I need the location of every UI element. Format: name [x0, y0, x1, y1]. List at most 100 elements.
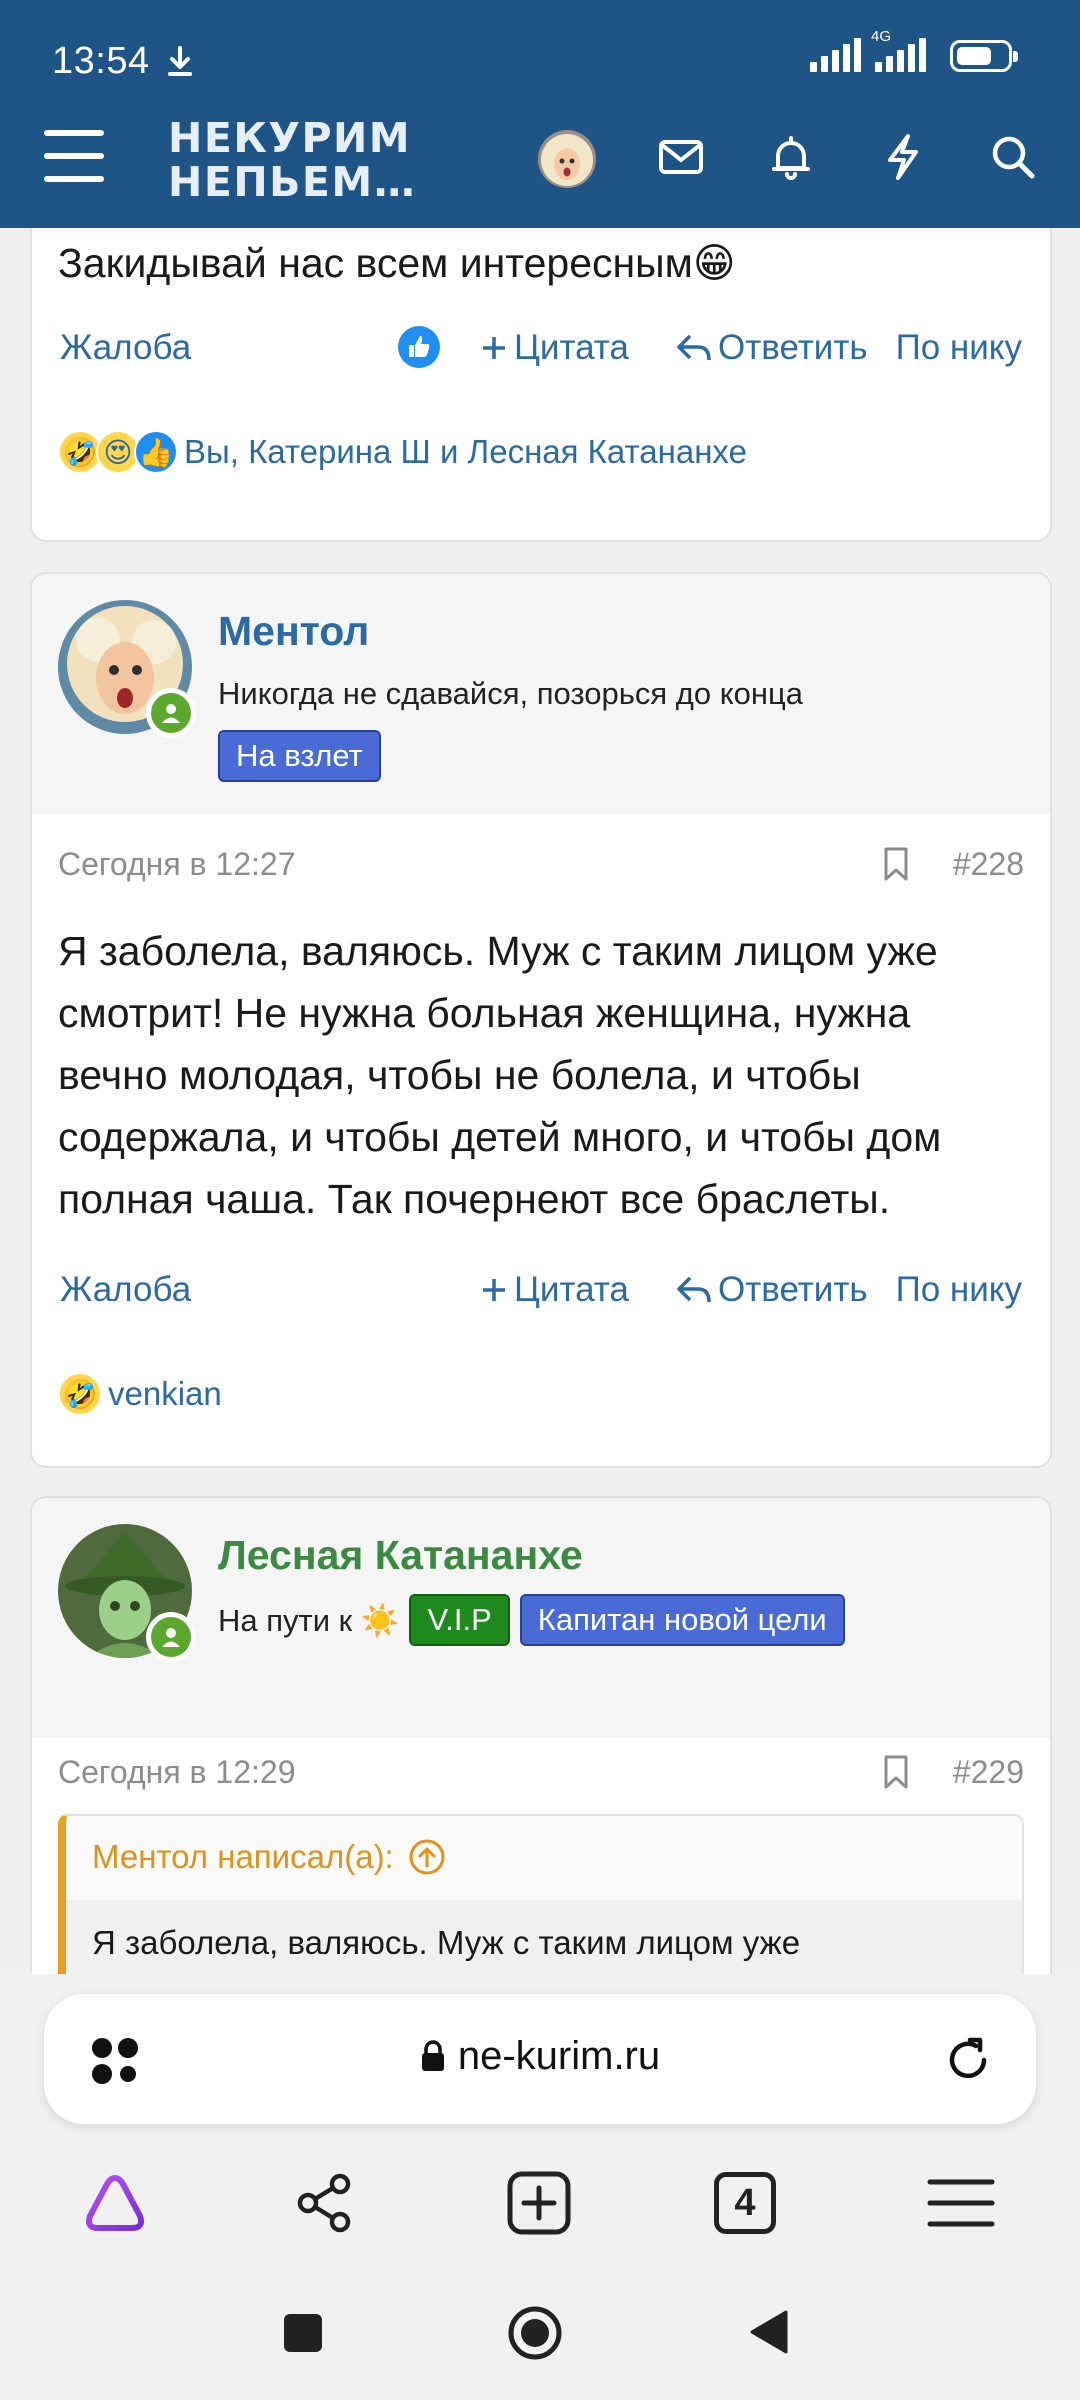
app-header: 13:54 4G НЕКУРИМ НЕПЬЕМ…: [0, 0, 1080, 228]
author-badges: На взлет: [218, 730, 381, 782]
user-badge: На взлет: [218, 730, 381, 782]
post-number[interactable]: #228: [953, 846, 1024, 883]
post-meta: Сегодня в 12:27 #228: [58, 846, 1024, 883]
report-link[interactable]: Жалоба: [60, 1270, 191, 1310]
author-avatar[interactable]: [58, 600, 196, 738]
quote-text: Я заболела, валяюсь. Муж с таким лицом у…: [92, 1924, 801, 1961]
reply-label: Ответить: [718, 1270, 868, 1309]
reactions-summary[interactable]: 🤣 venkian: [58, 1372, 222, 1416]
battery-icon: [950, 40, 1018, 72]
bookmark-icon[interactable]: [882, 1754, 910, 1790]
browser-menu-icon[interactable]: [926, 2168, 996, 2238]
report-label: Жалоба: [60, 328, 192, 367]
site-logo[interactable]: НЕКУРИМ НЕПЬЕМ…: [168, 116, 416, 204]
quote-label: Цитата: [514, 328, 629, 367]
alice-icon[interactable]: [80, 2168, 150, 2238]
post-text: Закидывай нас всем интересным😁: [58, 240, 736, 286]
share-icon[interactable]: [290, 2168, 360, 2238]
reaction-like-icon: 👍: [134, 430, 178, 474]
reaction-laugh-icon: 🤣: [58, 1372, 102, 1416]
post-meta: Сегодня в 12:29 #229: [58, 1754, 1024, 1791]
post-card: Лесная Катананхе На пути к ☀️ V.I.P Капи…: [30, 1496, 1052, 1974]
post-text: Я заболела, валяюсь. Муж с таким лицом у…: [58, 928, 942, 1222]
url-text: ne-kurim.ru: [457, 2034, 661, 2078]
reply-button[interactable]: Ответить: [676, 328, 868, 368]
reactions-users[interactable]: venkian: [108, 1375, 222, 1413]
status-time: 13:54: [52, 40, 150, 82]
system-navigation-bar: [0, 2268, 1080, 2400]
tabs-count: 4: [734, 2181, 756, 2224]
recents-icon[interactable]: [282, 2312, 324, 2354]
avatar: [538, 130, 596, 188]
post-card: Закидывай нас всем интересным😁 Жалоба Ци…: [30, 228, 1052, 542]
reply-button[interactable]: Ответить: [676, 1270, 868, 1310]
quote-button[interactable]: Цитата: [480, 1270, 629, 1310]
author-name[interactable]: Ментол: [218, 608, 369, 655]
author-title: На пути к ☀️ V.I.P Капитан новой цели: [218, 1594, 845, 1646]
report-label: Жалоба: [60, 1270, 192, 1309]
post-actions: Жалоба Цитата Ответить По нику: [60, 1270, 1022, 1320]
quote-button[interactable]: Цитата: [480, 328, 629, 368]
post-date[interactable]: Сегодня в 12:27: [58, 846, 296, 882]
download-icon: [168, 46, 192, 76]
post-number[interactable]: #229: [953, 1754, 1024, 1791]
online-status-icon: [146, 688, 196, 738]
online-status-icon: [146, 1612, 196, 1662]
url-field[interactable]: ne-kurim.ru: [44, 2034, 1036, 2079]
quote-block: Ментол написал(а): Я заболела, валяюсь. …: [58, 1814, 1024, 1974]
quote-label: Цитата: [514, 1270, 629, 1309]
reply-icon: [677, 334, 711, 361]
post-date[interactable]: Сегодня в 12:29: [58, 1754, 296, 1790]
signal-icon: [810, 38, 861, 72]
user-title-text: На пути к ☀️: [218, 1602, 400, 1638]
by-nick-button[interactable]: По нику: [896, 328, 1022, 368]
address-bar[interactable]: ne-kurim.ru: [44, 1994, 1036, 2124]
reactions-users[interactable]: Вы, Катерина Ш и Лесная Катананхе: [184, 433, 747, 471]
by-nick-button[interactable]: По нику: [896, 1270, 1022, 1310]
reply-label: Ответить: [718, 328, 868, 367]
by-nick-label: По нику: [895, 328, 1022, 367]
reactions-summary[interactable]: 🤣 😍 👍 Вы, Катерина Ш и Лесная Катананхе: [58, 430, 747, 474]
arrow-up-circle-icon[interactable]: [408, 1838, 446, 1876]
reply-icon: [677, 1276, 711, 1303]
new-tab-icon[interactable]: [504, 2168, 574, 2238]
author-name[interactable]: Лесная Катананхе: [218, 1532, 583, 1579]
status-indicators: 4G: [810, 28, 1018, 72]
user-avatar-button[interactable]: [538, 130, 596, 188]
search-icon[interactable]: [988, 132, 1038, 182]
mail-icon[interactable]: [656, 132, 706, 182]
like-button[interactable]: [396, 324, 442, 370]
lock-icon: [421, 2040, 444, 2071]
home-icon[interactable]: [506, 2304, 564, 2362]
post-author-block: Ментол Никогда не сдавайся, позорься до …: [32, 574, 1050, 814]
post-actions: Жалоба Цитата Ответить По нику: [60, 326, 1022, 378]
user-badge: Капитан новой цели: [519, 1594, 845, 1646]
bookmark-icon[interactable]: [882, 846, 910, 882]
bell-icon[interactable]: [766, 132, 816, 182]
thread-content[interactable]: Закидывай нас всем интересным😁 Жалоба Ци…: [0, 228, 1080, 1974]
lightning-icon[interactable]: [878, 132, 928, 182]
quote-header[interactable]: Ментол написал(а):: [92, 1838, 446, 1876]
signal-4g-icon: 4G: [871, 28, 926, 72]
vip-badge: V.I.P: [409, 1594, 510, 1646]
report-link[interactable]: Жалоба: [60, 328, 191, 368]
plus-icon: [483, 337, 505, 359]
browser-toolbar: 4: [0, 2140, 1080, 2268]
logo-line-1: НЕКУРИМ: [168, 114, 412, 162]
user-title-text: Никогда не сдавайся, позорься до конца: [218, 676, 803, 711]
post-author-block: Лесная Катананхе На пути к ☀️ V.I.P Капи…: [32, 1498, 1050, 1738]
network-type: 4G: [871, 28, 892, 45]
by-nick-label: По нику: [895, 1270, 1022, 1309]
reload-icon[interactable]: [940, 2032, 996, 2088]
post-card: Ментол Никогда не сдавайся, позорься до …: [30, 572, 1052, 1468]
menu-button[interactable]: [44, 130, 104, 182]
plus-icon: [483, 1279, 505, 1301]
browser-address-area: ne-kurim.ru: [0, 1974, 1080, 2140]
back-icon[interactable]: [748, 2308, 790, 2356]
tabs-count-button[interactable]: 4: [714, 2172, 776, 2234]
like-icon: [398, 326, 440, 368]
logo-line-2: НЕПЬЕМ…: [168, 158, 417, 206]
quote-author: Ментол написал(а):: [92, 1838, 394, 1875]
author-title: Никогда не сдавайся, позорься до конца: [218, 676, 803, 712]
author-avatar[interactable]: [58, 1524, 196, 1662]
